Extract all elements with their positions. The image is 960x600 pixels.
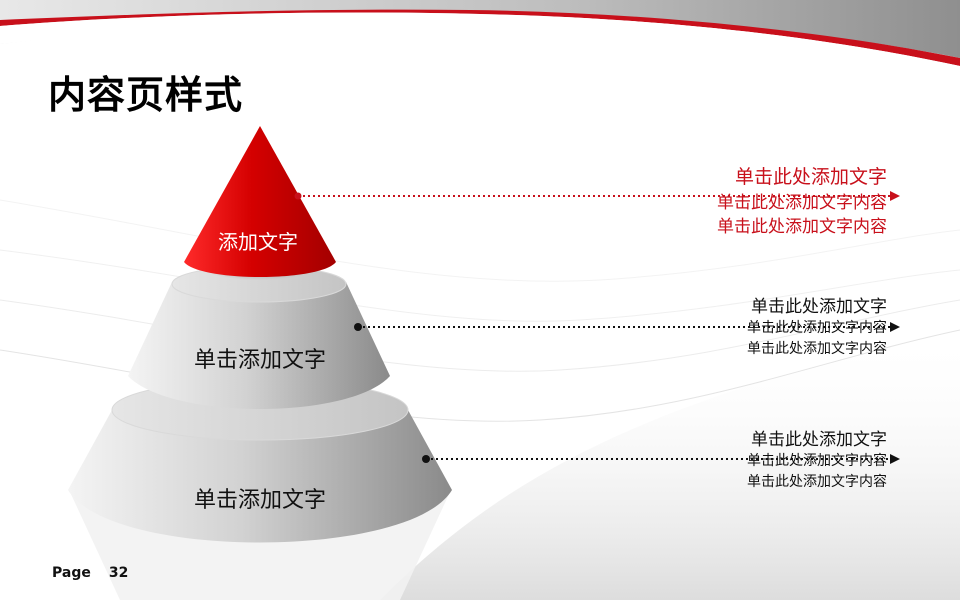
text-line: 单击此处添加文字内容 [747,341,887,358]
pyramid-tier-middle-label[interactable]: 单击添加文字 [140,342,380,374]
pyramid-tier-top-label[interactable]: 添加文字 [184,226,332,255]
text-line: 单击此处添加文字内容 [747,453,887,470]
text-block-top[interactable]: 单击此处添加文字 单击此处添加文字内容 单击此处添加文字内容 [717,166,887,242]
page-number: 32 [108,565,129,581]
page-label: Page [52,565,91,581]
page-title: 内容页样式 [48,73,244,117]
text-line: 单击此处添加文字内容 [717,217,887,238]
text-line: 单击此处添加文字 [751,297,887,317]
slide: 内容页样式 添加文字 单击添加文字 单击添加文字 单击此处添加文字 单击此处添加… [0,0,960,600]
text-line: 单击此处添加文字内容 [747,474,887,491]
text-line: 单击此处添加文字内容 [717,192,887,213]
arrow-right-icon [890,191,900,201]
pyramid-tier-bottom-label[interactable]: 单击添加文字 [120,482,400,514]
arrow-right-icon [890,322,900,332]
text-line: 单击此处添加文字 [751,430,887,450]
text-block-bottom[interactable]: 单击此处添加文字 单击此处添加文字内容 单击此处添加文字内容 [747,430,887,495]
page-footer: Page 32 [52,565,128,581]
text-block-middle[interactable]: 单击此处添加文字 单击此处添加文字内容 单击此处添加文字内容 [747,297,887,362]
text-line: 单击此处添加文字内容 [747,320,887,337]
text-line: 单击此处添加文字 [734,166,887,188]
